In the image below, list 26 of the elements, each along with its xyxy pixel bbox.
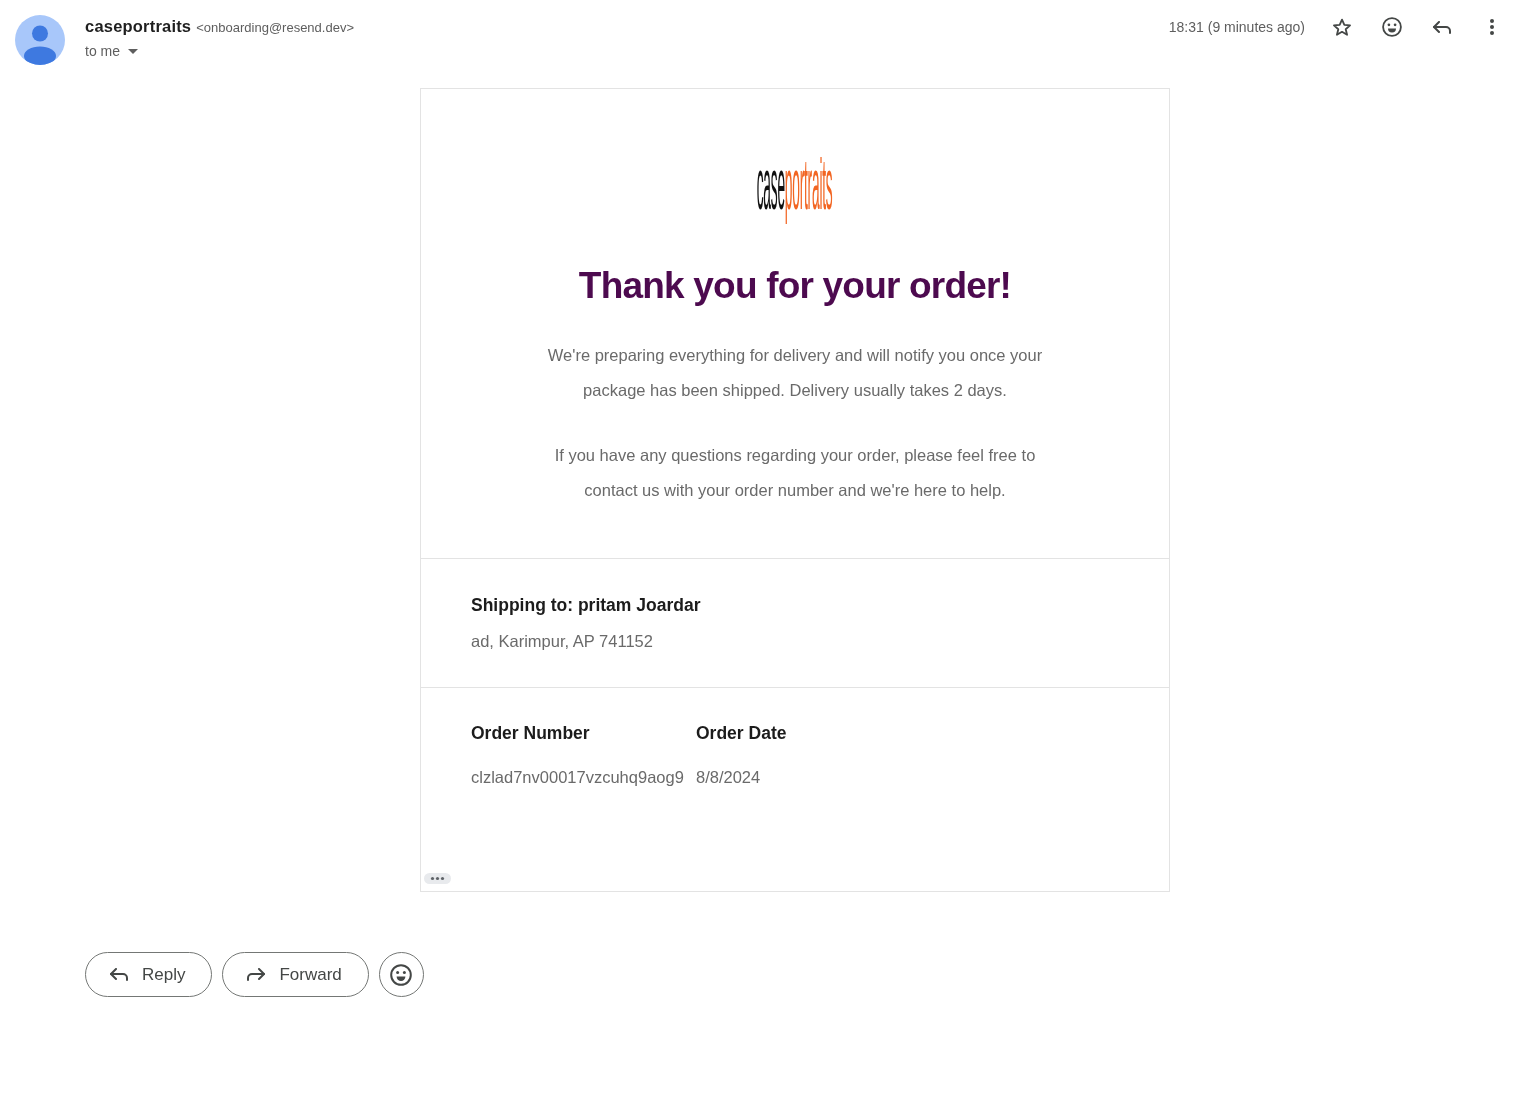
avatar-icon [15,15,65,65]
shipping-heading: Shipping to: pritam Joardar [471,594,701,617]
timestamp: 18:31 (9 minutes ago) [1168,19,1305,35]
ellipsis-icon[interactable] [424,873,451,884]
recipient-label[interactable]: to me [85,43,120,59]
forward-icon[interactable] [247,968,266,981]
reply-button[interactable]: Reply [85,952,213,997]
order-heading: Thank you for your order! [578,264,1012,308]
column-heading: Order Date [696,722,788,745]
column-heading: Order Number [471,722,591,745]
forward-button[interactable]: Forward [222,952,369,997]
more-options-icon[interactable] [1490,19,1494,35]
reply-icon[interactable] [110,968,128,981]
star-icon[interactable] [1332,17,1352,37]
smile-icon[interactable] [390,963,413,986]
smile-icon[interactable] [1382,17,1402,37]
sender-name: caseportraits [85,17,192,36]
reaction-button[interactable] [378,952,424,997]
dropdown-caret-icon[interactable] [128,48,138,54]
sender-email: <onboarding@resend.dev> [196,20,354,35]
message-paragraph: If you have any questions regarding your order, please feel free to contact us with your order number and we're here to help. [553,445,1037,501]
message-paragraph: We're preparing everything for delivery and will notify you once your package has been shipped. Delivery usually takes 2 days. [546,345,1044,401]
order-value: clzlad7nv00017vzcuhq9aog9 [471,767,685,788]
shipping-address: ad, Karimpur, AP 741152 [471,631,653,652]
order-value: 8/8/2024 [696,767,761,788]
reply-icon[interactable] [1433,20,1451,34]
